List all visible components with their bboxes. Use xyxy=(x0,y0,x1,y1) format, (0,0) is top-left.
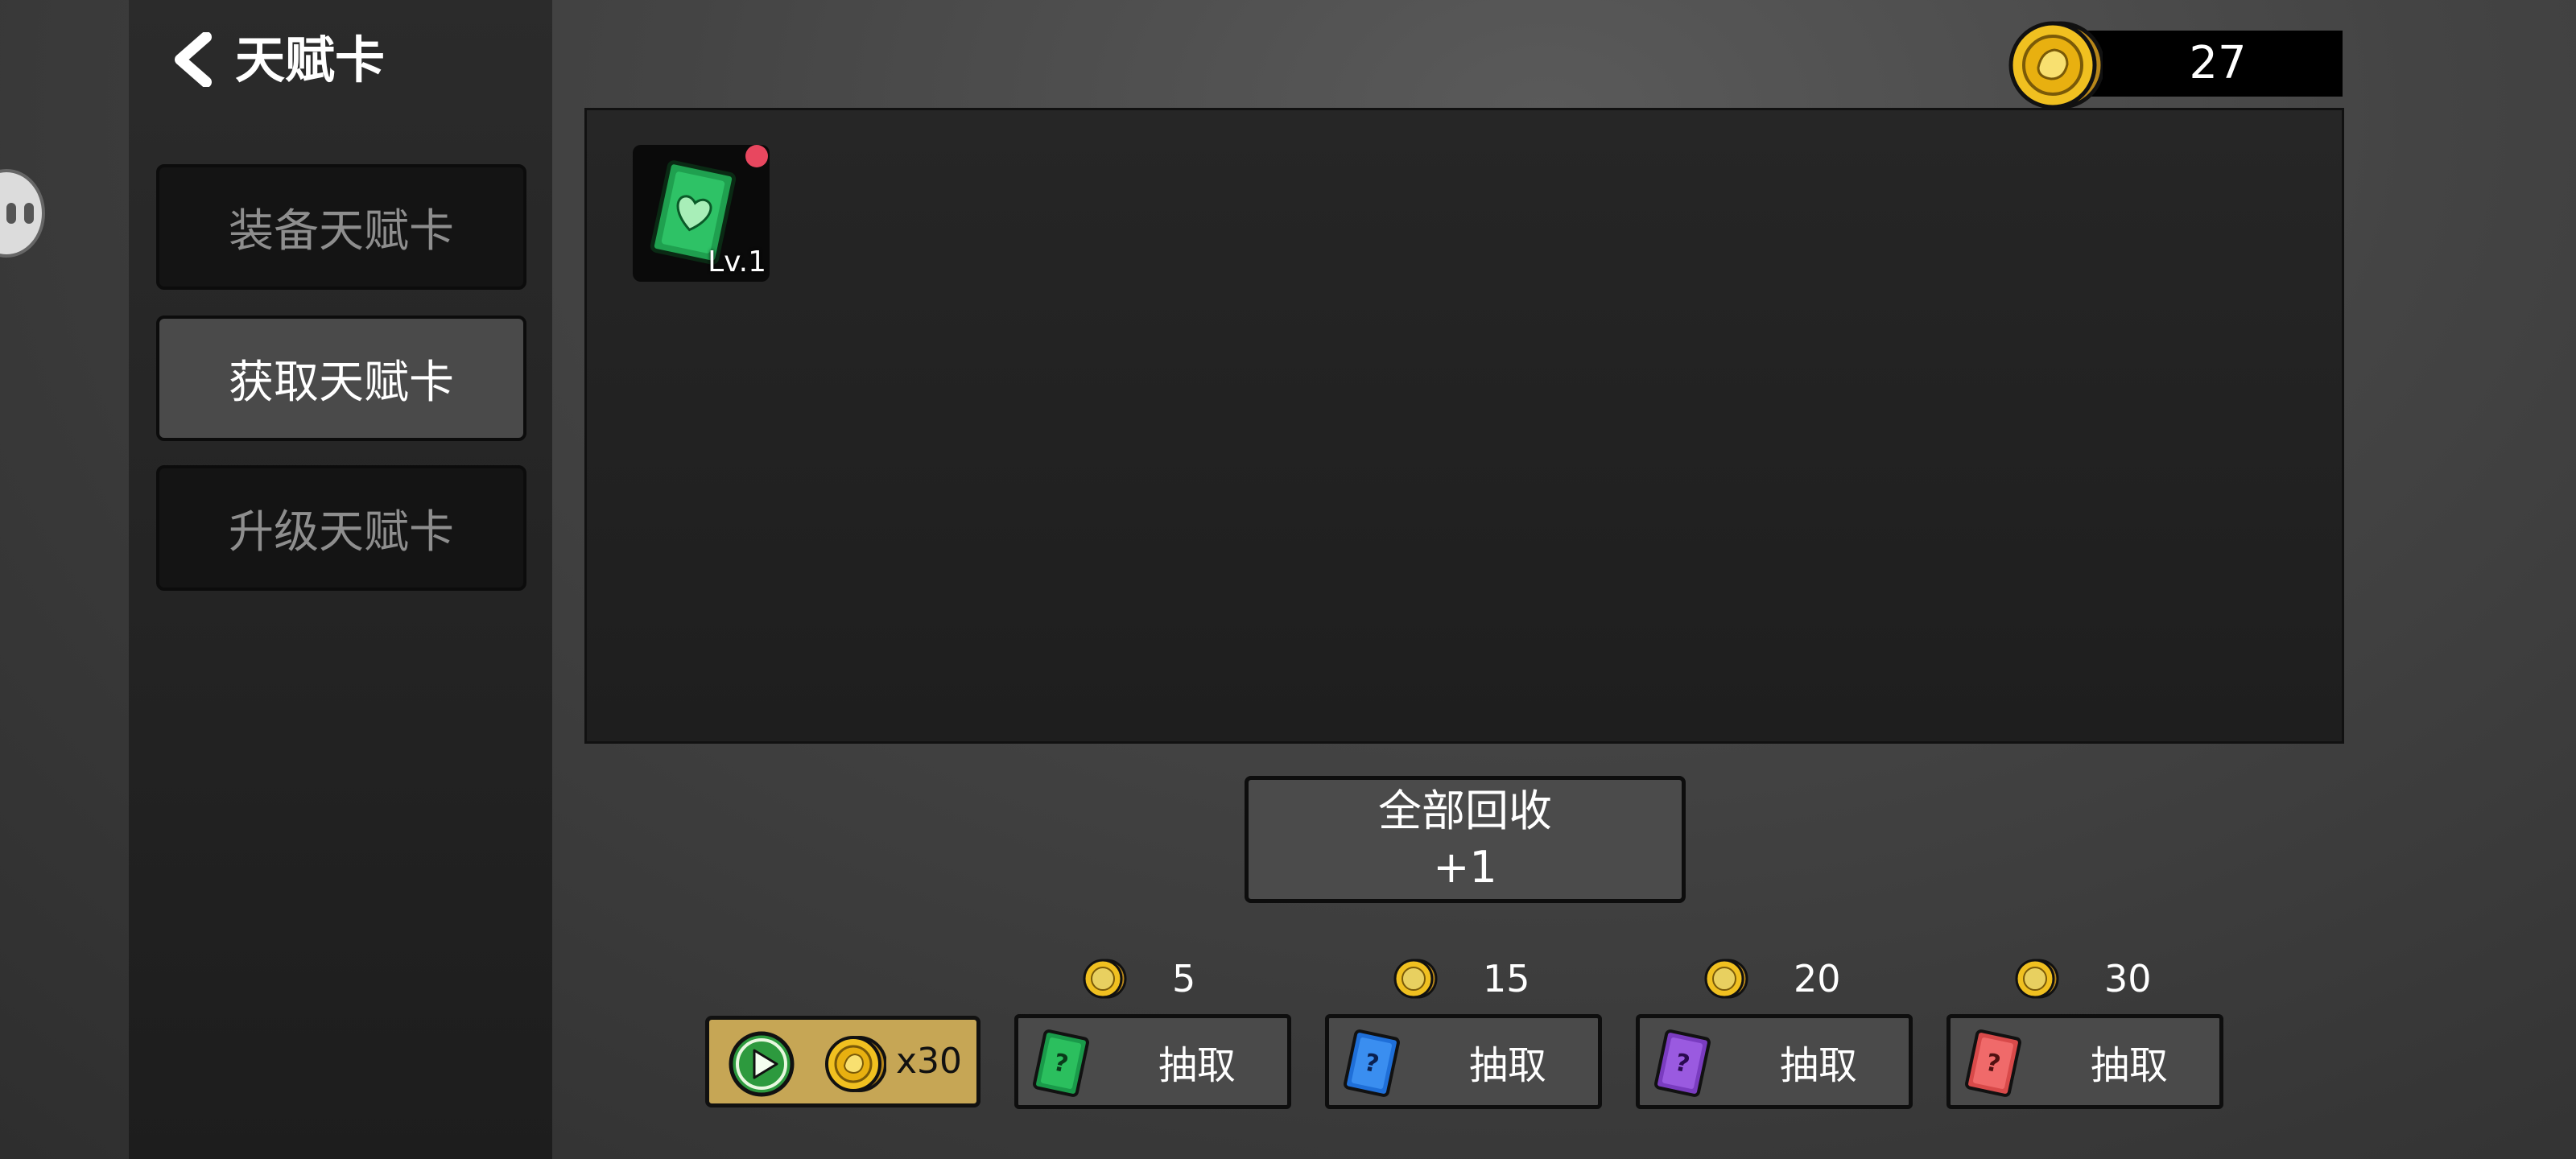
tab-equip-talent-card[interactable]: 装备天赋卡 xyxy=(156,164,526,290)
gold-coin-icon xyxy=(1393,959,1438,999)
recycle-label: 全部回收 xyxy=(1378,786,1552,836)
draw-cost: 5 xyxy=(1082,955,1195,1003)
watch-ad-reward-button[interactable]: x30 xyxy=(705,1016,980,1107)
new-badge xyxy=(745,145,768,167)
draw-cost-value: 20 xyxy=(1794,957,1841,1000)
gold-coin-icon xyxy=(1083,959,1127,999)
back-button[interactable] xyxy=(169,29,216,90)
draw-label: 抽取 xyxy=(1158,1043,1236,1088)
recycle-reward: +1 xyxy=(1433,842,1497,893)
tab-label: 装备天赋卡 xyxy=(229,204,454,258)
draw-cost-value: 30 xyxy=(2104,957,2152,1000)
draw-blue-button[interactable]: ? 抽取 xyxy=(1325,1014,1602,1109)
gold-coin-icon xyxy=(825,1036,886,1092)
tab-get-talent-card[interactable]: 获取天赋卡 xyxy=(156,316,526,441)
draw-label: 抽取 xyxy=(2090,1043,2168,1088)
green-mystery-card-icon: ? xyxy=(1033,1029,1089,1097)
draw-cost-value: 5 xyxy=(1172,957,1196,1000)
tab-upgrade-talent-card[interactable]: 升级天赋卡 xyxy=(156,465,526,591)
draw-red-button[interactable]: ? 抽取 xyxy=(1946,1014,2223,1109)
tab-label: 升级天赋卡 xyxy=(229,505,454,559)
currency-amount: 27 xyxy=(2189,37,2247,89)
card-level-label: Lv.1 xyxy=(708,245,766,278)
draw-purple-button[interactable]: ? 抽取 xyxy=(1636,1014,1913,1109)
floating-assistant-button[interactable] xyxy=(0,169,45,258)
tab-label: 获取天赋卡 xyxy=(229,356,454,409)
draw-cost-value: 15 xyxy=(1483,957,1530,1000)
play-icon xyxy=(729,1031,795,1097)
draw-cost: 30 xyxy=(2014,955,2152,1003)
card-inventory-panel xyxy=(584,108,2344,744)
assistant-eye-icon xyxy=(24,203,34,224)
draw-green-button[interactable]: ? 抽取 xyxy=(1014,1014,1291,1109)
blue-mystery-card-icon: ? xyxy=(1344,1029,1400,1097)
assistant-eye-icon xyxy=(6,203,16,224)
page-title: 天赋卡 xyxy=(235,31,386,89)
draw-cost: 15 xyxy=(1393,955,1530,1003)
ad-reward-amount: x30 xyxy=(896,1041,963,1082)
chevron-left-icon xyxy=(175,32,212,87)
draw-label: 抽取 xyxy=(1468,1043,1546,1088)
gold-coin-icon xyxy=(2008,21,2103,109)
draw-cost: 20 xyxy=(1703,955,1841,1003)
gold-coin-icon xyxy=(2015,959,2059,999)
red-mystery-card-icon: ? xyxy=(1965,1029,2021,1097)
draw-label: 抽取 xyxy=(1779,1043,1857,1088)
recycle-all-button[interactable]: 全部回收 +1 xyxy=(1245,776,1686,903)
inventory-card[interactable]: Lv.1 xyxy=(633,145,770,282)
purple-mystery-card-icon: ? xyxy=(1654,1029,1711,1097)
gold-coin-icon xyxy=(1704,959,1748,999)
